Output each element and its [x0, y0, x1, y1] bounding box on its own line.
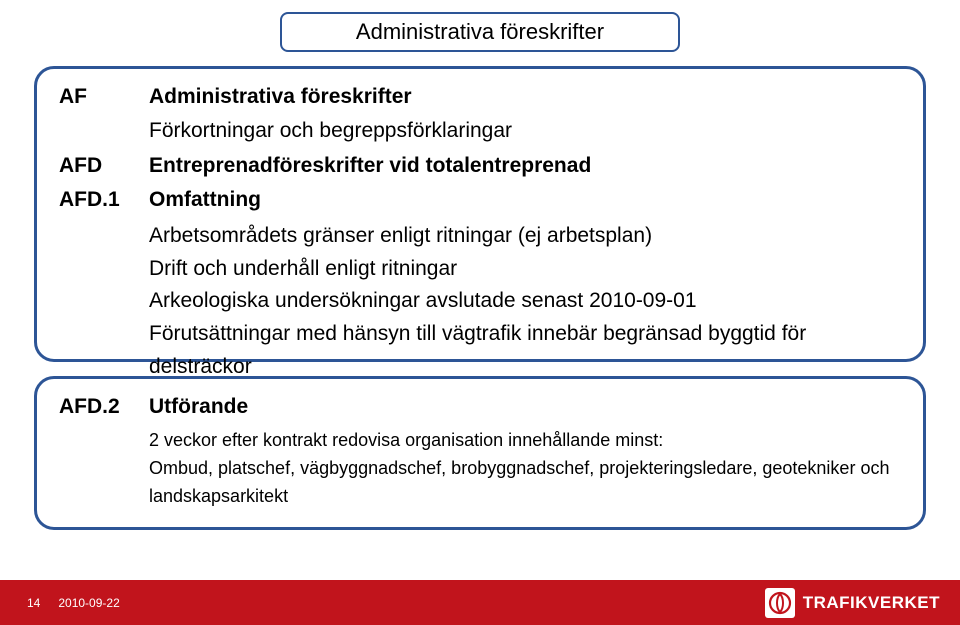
code-afd1: AFD.1 [59, 186, 149, 214]
slide-title: Administrativa föreskrifter [356, 19, 604, 45]
brand-text: TRAFIKVERKET [803, 593, 940, 613]
row-forkortningar: Förkortningar och begreppsförklaringar [59, 117, 901, 145]
footer-date: 2010-09-22 [58, 596, 119, 610]
slide-title-box: Administrativa föreskrifter [280, 12, 680, 52]
label-afd2: Utförande [149, 393, 248, 421]
brand: TRAFIKVERKET [765, 580, 940, 625]
label-af: Administrativa föreskrifter [149, 83, 412, 111]
row-afd: AFD Entreprenadföreskrifter vid totalent… [59, 152, 901, 180]
label-afd1: Omfattning [149, 186, 261, 214]
content-box-1: AF Administrativa föreskrifter Förkortni… [34, 66, 926, 362]
sub-forutsattningar: Förutsättningar med hänsyn till vägtrafi… [149, 318, 901, 383]
sub-drift: Drift och underhåll enligt ritningar [149, 253, 901, 286]
sub-ombud: Ombud, platschef, vägbyggnadschef, broby… [149, 455, 901, 511]
label-afd: Entreprenadföreskrifter vid totalentrepr… [149, 152, 591, 180]
content-box-2: AFD.2 Utförande 2 veckor efter kontrakt … [34, 376, 926, 530]
label-forkortningar: Förkortningar och begreppsförklaringar [149, 117, 512, 145]
slide: Administrativa föreskrifter AF Administr… [0, 0, 960, 625]
row-af: AF Administrativa föreskrifter [59, 83, 901, 111]
sub-arbetsomradet: Arbetsområdets gränser enligt ritningar … [149, 220, 901, 253]
code-af: AF [59, 83, 149, 111]
code-afd2: AFD.2 [59, 393, 149, 421]
sub-arkeologiska: Arkeologiska undersökningar avslutade se… [149, 285, 901, 318]
code-afd: AFD [59, 152, 149, 180]
page-number: 14 [27, 596, 40, 610]
sub-2veckor: 2 veckor efter kontrakt redovisa organis… [149, 427, 901, 455]
row-afd1: AFD.1 Omfattning [59, 186, 901, 214]
footer-bar: 14 2010-09-22 TRAFIKVERKET [0, 580, 960, 625]
trafikverket-logo-icon [765, 588, 795, 618]
row-afd2: AFD.2 Utförande [59, 393, 901, 421]
